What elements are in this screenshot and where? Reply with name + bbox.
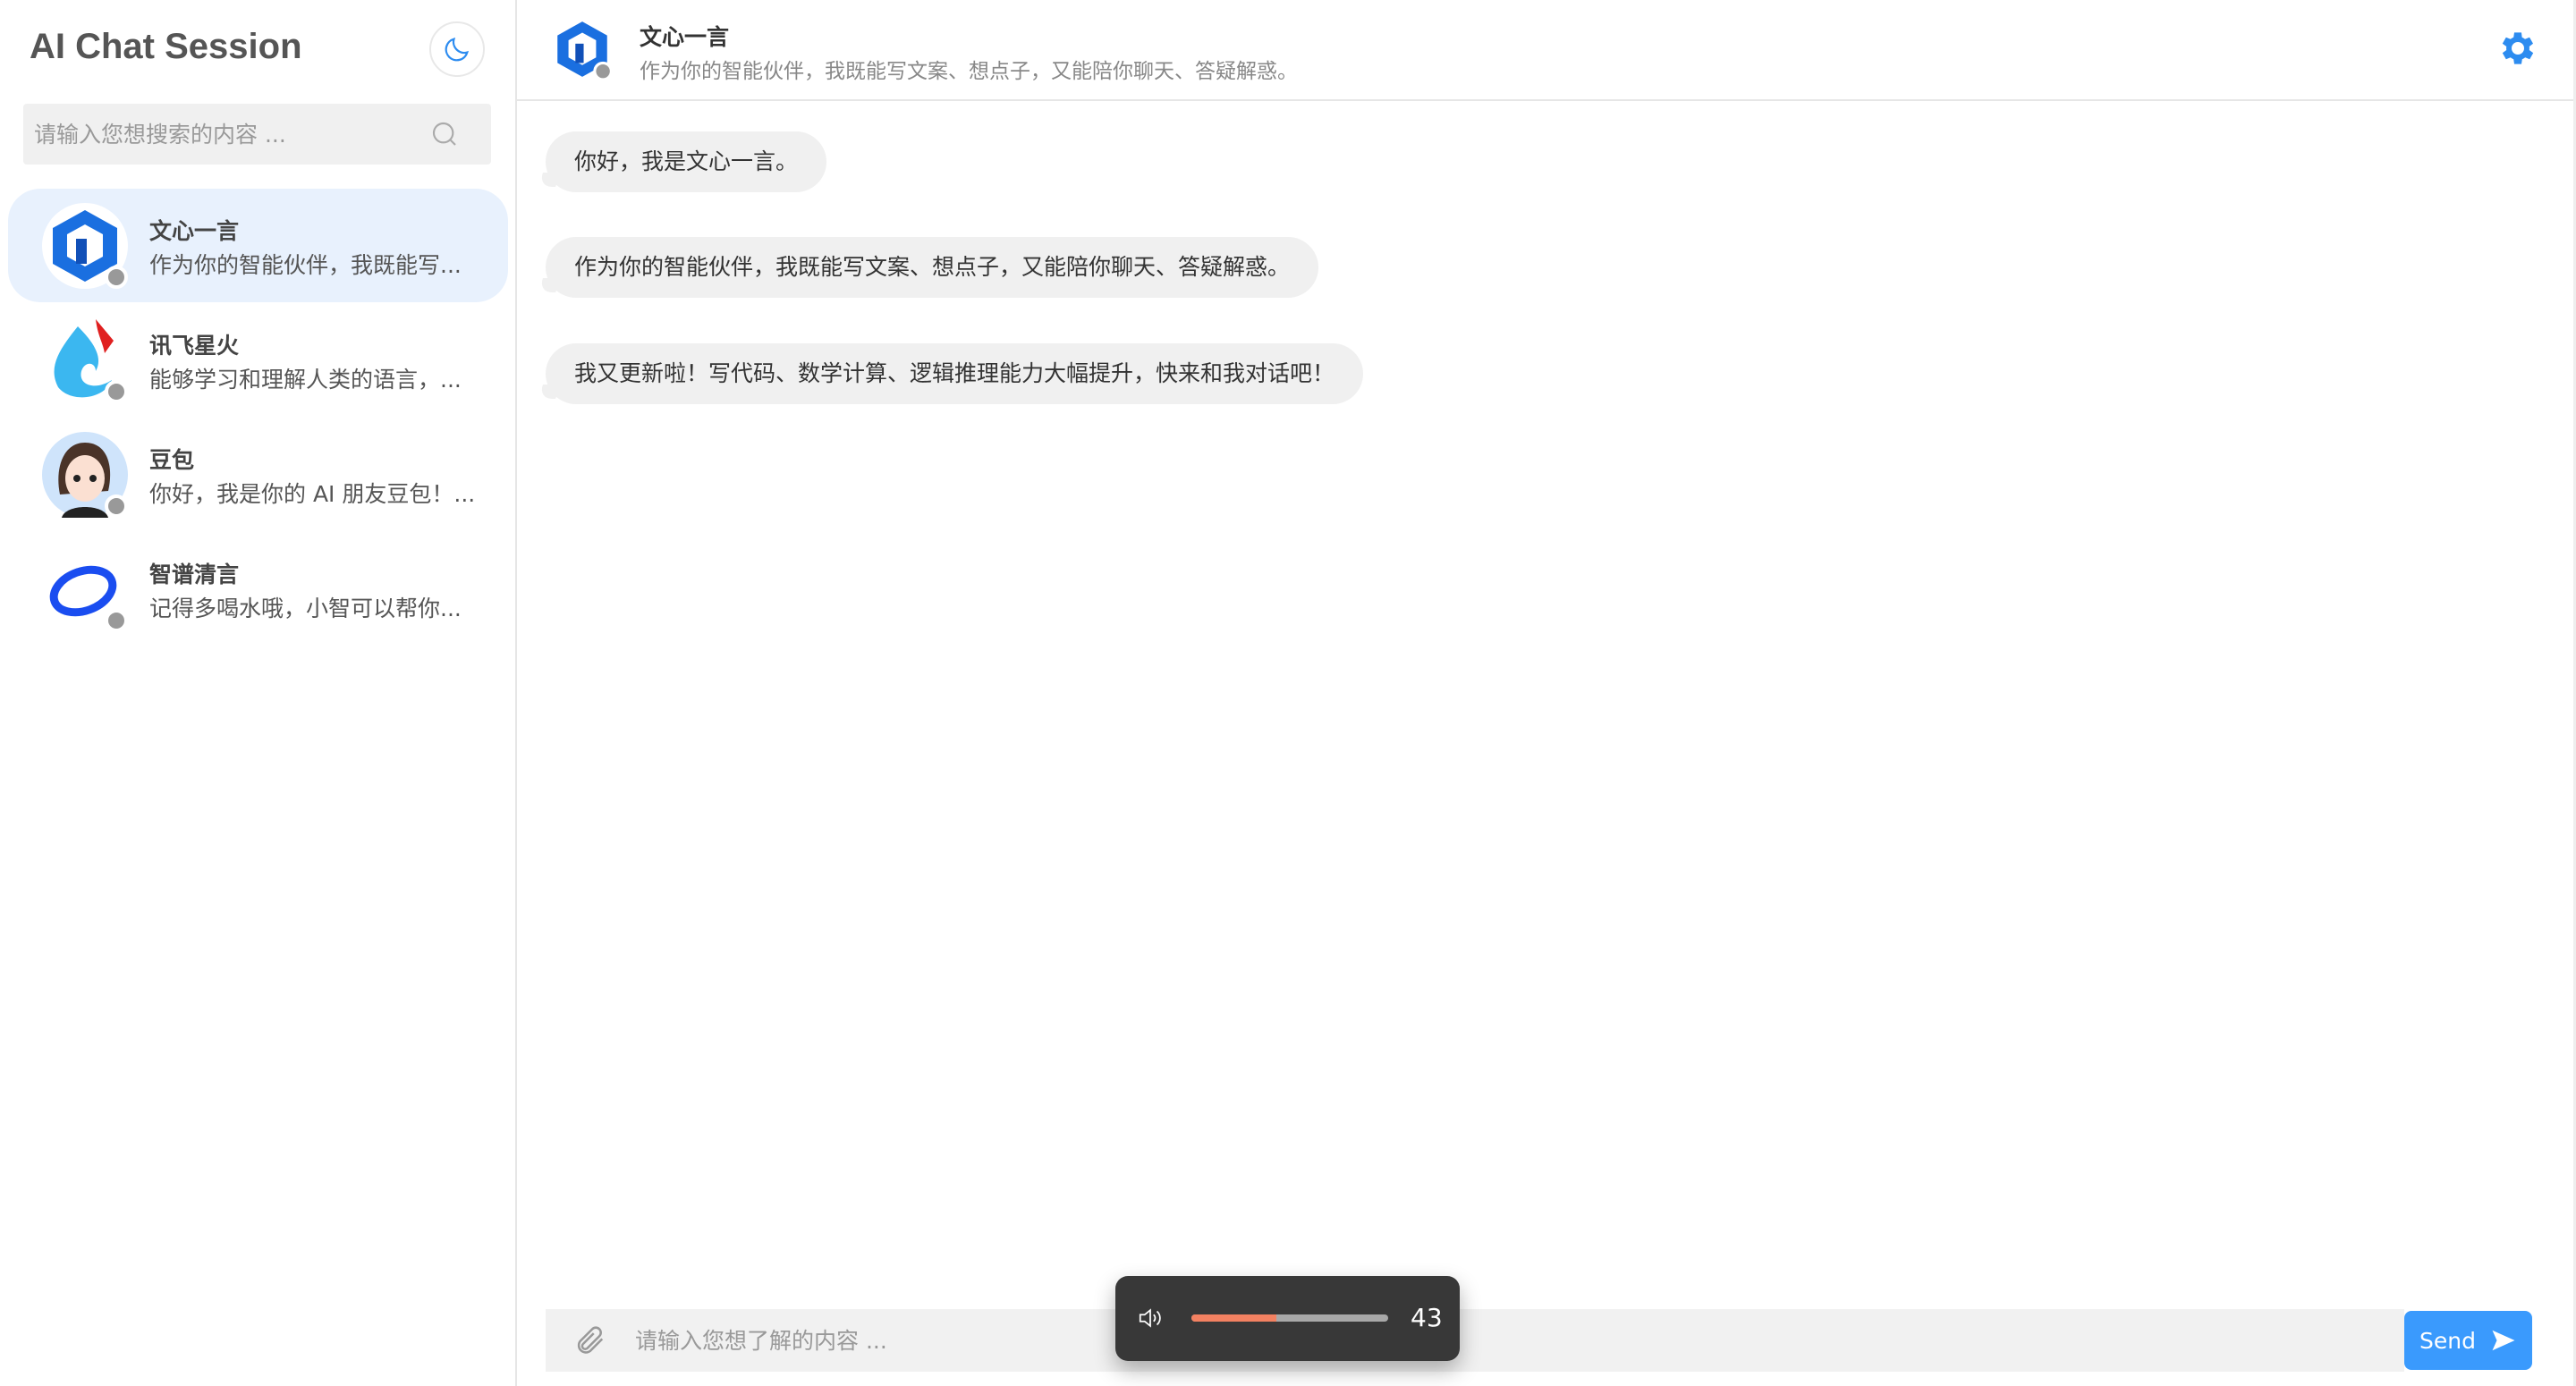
moon-icon xyxy=(445,38,469,62)
message-input[interactable] xyxy=(635,1309,2334,1372)
message-bubble: 我又更新啦！写代码、数学计算、逻辑推理能力大幅提升，快来和我对话吧！ xyxy=(546,343,1364,404)
chat-item-name: 豆包 xyxy=(149,447,195,473)
avatar xyxy=(42,432,128,518)
search-icon[interactable] xyxy=(430,120,459,148)
chat-header: 文心一言 作为你的智能伙伴，我既能写文案、想点子，又能陪你聊天、答疑解惑。 xyxy=(517,0,2573,101)
composer xyxy=(546,1309,2404,1372)
search-box xyxy=(23,104,491,165)
header-subtitle: 作为你的智能伙伴，我既能写文案、想点子，又能陪你聊天、答疑解惑。 xyxy=(640,60,1298,83)
app-title: AI Chat Session xyxy=(30,27,302,66)
chat-item-xunfei[interactable]: 讯飞星火 能够学习和理解人类的语言，... xyxy=(8,303,508,417)
message-bubble: 作为你的智能伙伴，我既能写文案、想点子，又能陪你聊天、答疑解惑。 xyxy=(546,237,1319,298)
volume-value: 43 xyxy=(1411,1303,1443,1332)
avatar xyxy=(42,546,128,632)
search-input[interactable] xyxy=(23,104,491,165)
status-dot xyxy=(105,380,128,403)
sidebar: AI Chat Session 文心一言 作为你的智能伙伴，我既能写... 讯飞… xyxy=(0,0,517,1386)
send-icon xyxy=(2492,1330,2515,1351)
chat-item-wenxin[interactable]: 文心一言 作为你的智能伙伴，我既能写... xyxy=(8,189,508,302)
chat-item-name: 讯飞星火 xyxy=(149,333,240,359)
send-label: Send xyxy=(2419,1327,2476,1354)
theme-toggle-button[interactable] xyxy=(429,21,485,77)
chat-item-preview: 记得多喝水哦，小智可以帮你... xyxy=(149,596,462,621)
header-name: 文心一言 xyxy=(640,24,730,50)
message-bubble: 你好，我是文心一言。 xyxy=(546,131,827,192)
chat-item-doubao[interactable]: 豆包 你好，我是你的 AI 朋友豆包！... xyxy=(8,418,508,531)
speaker-icon[interactable] xyxy=(1137,1305,1164,1331)
gear-icon[interactable] xyxy=(2495,27,2538,70)
header-avatar xyxy=(549,16,615,82)
volume-slider[interactable] xyxy=(1191,1314,1388,1322)
avatar xyxy=(42,203,128,289)
status-dot xyxy=(105,494,128,518)
chat-item-name: 智谱清言 xyxy=(149,562,240,587)
wenxin-logo-icon xyxy=(557,21,613,81)
chat-item-preview: 你好，我是你的 AI 朋友豆包！... xyxy=(149,481,476,507)
paperclip-icon[interactable] xyxy=(572,1323,606,1357)
chat-item-zhipu[interactable]: 智谱清言 记得多喝水哦，小智可以帮你... xyxy=(8,532,508,646)
chat-item-preview: 能够学习和理解人类的语言，... xyxy=(149,367,462,393)
status-dot xyxy=(105,609,128,632)
volume-popup: 43 xyxy=(1115,1276,1460,1361)
status-dot xyxy=(105,266,128,289)
chat-item-name: 文心一言 xyxy=(149,218,240,244)
chat-item-preview: 作为你的智能伙伴，我既能写... xyxy=(149,252,462,278)
volume-slider-fill xyxy=(1191,1314,1276,1322)
send-button[interactable]: Send xyxy=(2404,1311,2532,1370)
avatar xyxy=(42,317,128,403)
